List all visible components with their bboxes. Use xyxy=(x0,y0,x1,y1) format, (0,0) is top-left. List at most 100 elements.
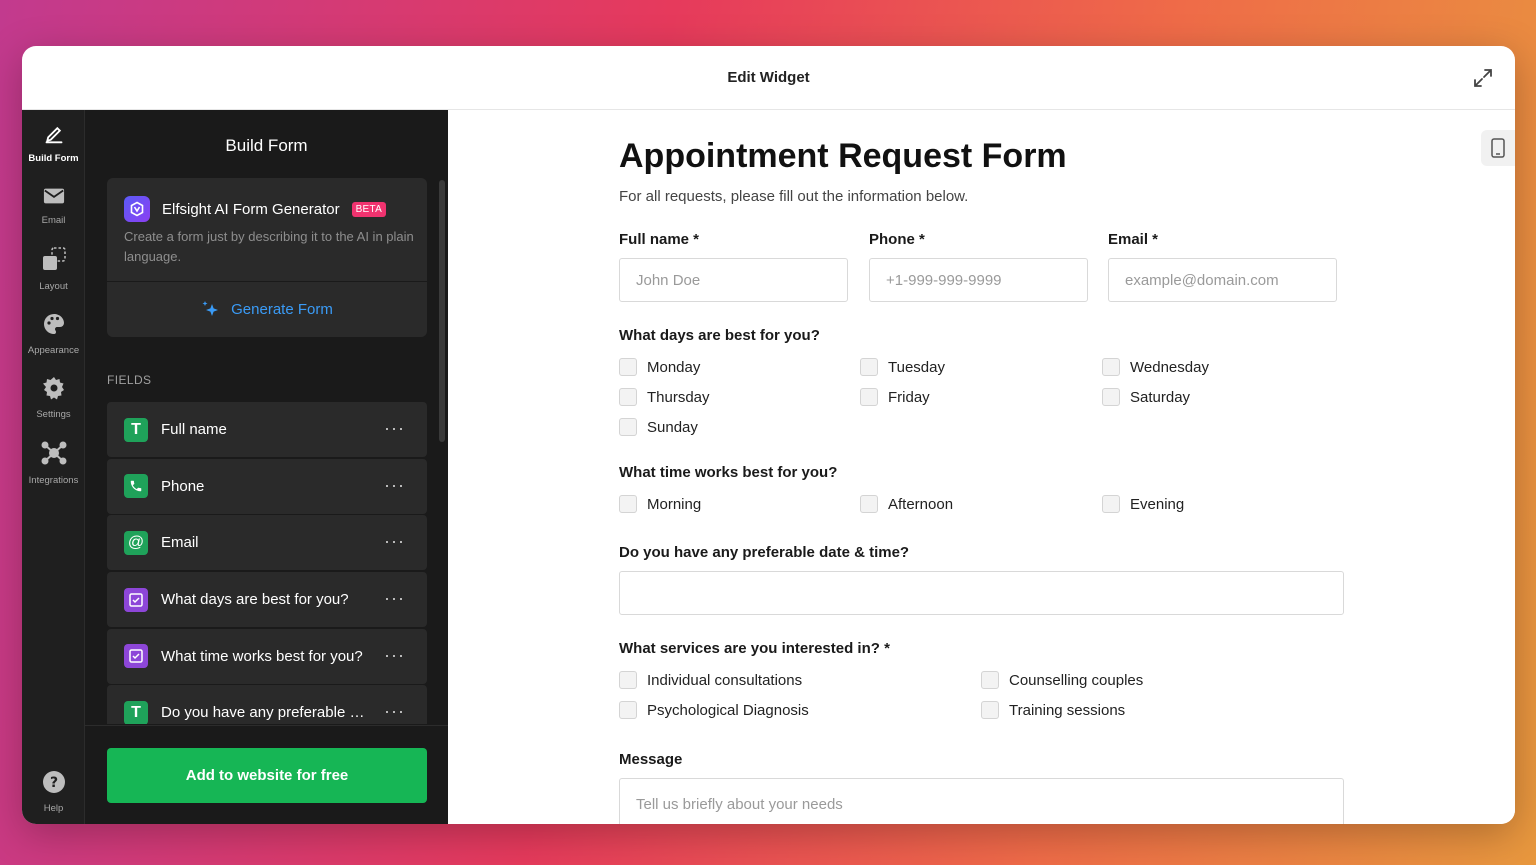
svg-text:?: ? xyxy=(49,775,57,791)
layout-icon xyxy=(42,247,66,270)
fields-section-label: FIELDS xyxy=(107,373,152,387)
checkbox-saturday[interactable]: Saturday xyxy=(1102,388,1190,406)
checkbox-tuesday[interactable]: Tuesday xyxy=(860,358,945,376)
help-icon: ? xyxy=(42,771,65,793)
checkbox-box[interactable] xyxy=(619,358,637,376)
checkbox-box[interactable] xyxy=(860,358,878,376)
more-options-icon[interactable]: ··· xyxy=(384,531,405,552)
rail-item-help[interactable]: ? Help xyxy=(22,770,85,816)
field-name: Full name xyxy=(161,421,227,438)
checkbox-wednesday[interactable]: Wednesday xyxy=(1102,358,1209,376)
ai-generator-name: Elfsight AI Form Generator xyxy=(162,200,340,218)
checkbox-label: Psychological Diagnosis xyxy=(647,701,809,719)
checkbox-box[interactable] xyxy=(1102,388,1120,406)
field-row-days[interactable]: What days are best for you? ··· xyxy=(107,572,427,628)
checkbox-sunday[interactable]: Sunday xyxy=(619,418,698,436)
rail-item-layout[interactable]: Layout xyxy=(22,246,85,294)
checkbox-box[interactable] xyxy=(619,495,637,513)
add-to-website-button[interactable]: Add to website for free xyxy=(107,748,427,803)
phone-label: Phone * xyxy=(869,231,925,248)
checkbox-label: Monday xyxy=(647,358,701,376)
rail-item-settings[interactable]: Settings xyxy=(22,376,85,422)
rail-label: Build Form xyxy=(28,153,79,164)
generate-form-button[interactable]: Generate Form xyxy=(107,282,427,337)
checkbox-label: Individual consultations xyxy=(647,671,803,689)
checkbox-label: Thursday xyxy=(647,388,710,406)
checkbox-box[interactable] xyxy=(1102,495,1120,513)
checkbox-morning[interactable]: Morning xyxy=(619,495,701,513)
field-row-phone[interactable]: Phone ··· xyxy=(107,458,427,514)
checkbox-icon xyxy=(124,587,148,612)
checkbox-box[interactable] xyxy=(860,388,878,406)
email-label: Email * xyxy=(1108,231,1159,248)
full-name-input[interactable] xyxy=(619,258,848,302)
field-list: T Full name ··· Phone ··· @ Email ··· Wh… xyxy=(107,402,427,724)
rail-label: Integrations xyxy=(28,475,79,486)
phone-input[interactable] xyxy=(869,258,1088,302)
panel-title: Build Form xyxy=(225,136,308,155)
panel-footer: Add to website for free xyxy=(85,725,448,824)
days-label: What days are best for you? xyxy=(619,327,820,344)
checkbox-box[interactable] xyxy=(619,418,637,436)
field-name: Email xyxy=(161,534,199,552)
field-row-full-name[interactable]: T Full name ··· xyxy=(107,402,427,457)
ai-generator-card: Elfsight AI Form Generator BETA Create a… xyxy=(107,178,427,337)
field-name: What days are best for you? xyxy=(161,591,349,609)
rail-label: Appearance xyxy=(27,345,80,356)
rail-item-integrations[interactable]: Integrations xyxy=(22,440,85,488)
preferable-input[interactable] xyxy=(619,571,1344,615)
checkbox-couples[interactable]: Counselling couples xyxy=(981,671,1143,689)
checkbox-box[interactable] xyxy=(981,701,999,719)
nav-rail: Build Form Email Layout Appearance Setti… xyxy=(22,110,85,824)
checkbox-afternoon[interactable]: Afternoon xyxy=(860,495,953,513)
more-options-icon[interactable]: ··· xyxy=(384,645,405,666)
field-name: Phone xyxy=(161,477,205,495)
checkbox-evening[interactable]: Evening xyxy=(1102,495,1184,513)
checkbox-label: Saturday xyxy=(1130,388,1191,406)
panel-scrollbar[interactable] xyxy=(439,180,445,442)
expand-icon[interactable] xyxy=(1471,66,1495,90)
form-preview: Appointment Request Form For all request… xyxy=(448,110,1515,824)
preferable-label: Do you have any preferable date & time? xyxy=(619,544,910,561)
rail-item-build-form[interactable]: Build Form xyxy=(22,124,85,166)
checkbox-box[interactable] xyxy=(860,495,878,513)
checkbox-box[interactable] xyxy=(981,671,999,689)
beta-badge: BETA xyxy=(351,201,387,217)
full-name-label: Full name * xyxy=(619,231,700,248)
message-input[interactable] xyxy=(619,778,1344,824)
text-icon: T xyxy=(124,417,148,442)
rail-item-appearance[interactable]: Appearance xyxy=(22,312,85,358)
more-options-icon[interactable]: ··· xyxy=(384,418,405,439)
time-label: What time works best for you? xyxy=(619,464,838,481)
checkbox-friday[interactable]: Friday xyxy=(860,388,930,406)
checkbox-monday[interactable]: Monday xyxy=(619,358,700,376)
checkbox-label: Evening xyxy=(1130,495,1185,513)
checkbox-diagnosis[interactable]: Psychological Diagnosis xyxy=(619,701,809,719)
palette-icon xyxy=(43,314,64,334)
checkbox-box[interactable] xyxy=(1102,358,1120,376)
checkbox-training[interactable]: Training sessions xyxy=(981,701,1125,719)
more-options-icon[interactable]: ··· xyxy=(384,475,405,496)
checkbox-individual[interactable]: Individual consultations xyxy=(619,671,802,689)
checkbox-box[interactable] xyxy=(619,388,637,406)
message-label: Message xyxy=(619,751,683,768)
field-row-time[interactable]: What time works best for you? ··· xyxy=(107,628,427,684)
field-row-preferable[interactable]: T Do you have any preferable date & time… xyxy=(107,685,427,724)
phone-icon xyxy=(124,474,148,499)
checkbox-label: Afternoon xyxy=(888,495,954,513)
email-input[interactable] xyxy=(1108,258,1337,302)
more-options-icon[interactable]: ··· xyxy=(384,588,405,609)
pencil-icon xyxy=(45,126,62,144)
integrations-icon xyxy=(41,441,66,465)
generate-form-label: Generate Form xyxy=(231,301,333,318)
rail-label: Help xyxy=(43,803,64,814)
more-options-icon[interactable]: ··· xyxy=(384,701,405,722)
mobile-preview-button[interactable] xyxy=(1481,130,1515,166)
title-bar: Edit Widget xyxy=(22,46,1515,110)
checkbox-label: Counselling couples xyxy=(1009,671,1144,689)
field-row-email[interactable]: @ Email ··· xyxy=(107,515,427,571)
checkbox-box[interactable] xyxy=(619,701,637,719)
checkbox-box[interactable] xyxy=(619,671,637,689)
checkbox-thursday[interactable]: Thursday xyxy=(619,388,710,406)
rail-item-email[interactable]: Email xyxy=(22,186,85,228)
